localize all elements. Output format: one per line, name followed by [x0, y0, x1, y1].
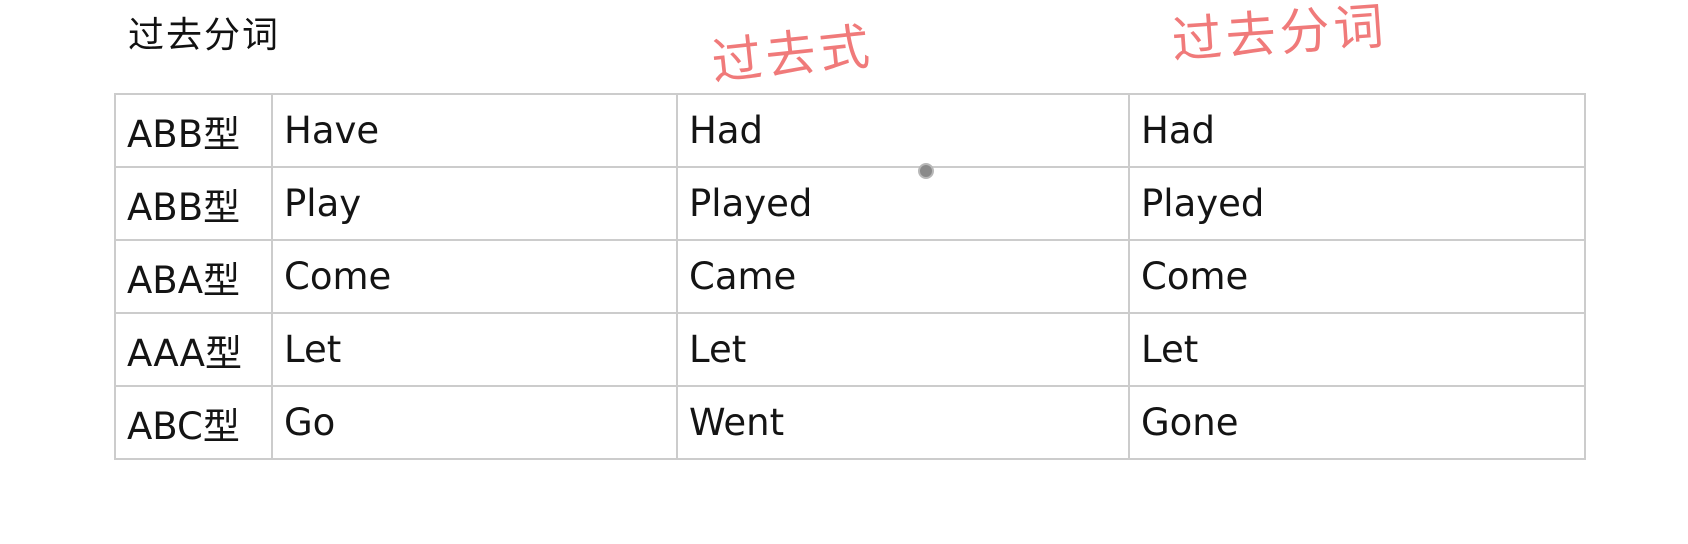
past-participle-cell: Had	[1128, 93, 1586, 168]
pattern-type-cell: AAA型	[114, 312, 273, 387]
base-form-cell: Come	[271, 239, 678, 314]
pointer-cursor-dot	[918, 163, 934, 179]
past-tense-cell: Played	[676, 166, 1130, 241]
past-participle-cell: Come	[1128, 239, 1586, 314]
base-form-cell: Let	[271, 312, 678, 387]
base-form-cell: Have	[271, 93, 678, 168]
table-row: AAA型 Let Let Let	[114, 312, 1586, 387]
handwritten-annotation-past-participle: 过去分词	[1169, 0, 1390, 70]
past-participle-cell: Gone	[1128, 385, 1586, 460]
table-row: ABC型 Go Went Gone	[114, 385, 1586, 460]
past-tense-cell: Went	[676, 385, 1130, 460]
base-form-cell: Go	[271, 385, 678, 460]
handwritten-annotation-past-tense: 过去式	[708, 17, 877, 92]
past-participle-cell: Let	[1128, 312, 1586, 387]
table-row: ABA型 Come Came Come	[114, 239, 1586, 314]
pattern-type-cell: ABB型	[114, 166, 273, 241]
page-title: 过去分词	[128, 15, 281, 56]
base-form-cell: Play	[271, 166, 678, 241]
pattern-type-cell: ABA型	[114, 239, 273, 314]
table-row: ABB型 Play Played Played	[114, 166, 1586, 241]
past-tense-cell: Came	[676, 239, 1130, 314]
table-row: ABB型 Have Had Had	[114, 93, 1586, 168]
pattern-type-cell: ABC型	[114, 385, 273, 460]
past-tense-cell: Had	[676, 93, 1130, 168]
pattern-type-cell: ABB型	[114, 93, 273, 168]
verb-forms-table: ABB型 Have Had Had ABB型 Play Played Playe…	[114, 93, 1586, 460]
past-participle-cell: Played	[1128, 166, 1586, 241]
past-tense-cell: Let	[676, 312, 1130, 387]
